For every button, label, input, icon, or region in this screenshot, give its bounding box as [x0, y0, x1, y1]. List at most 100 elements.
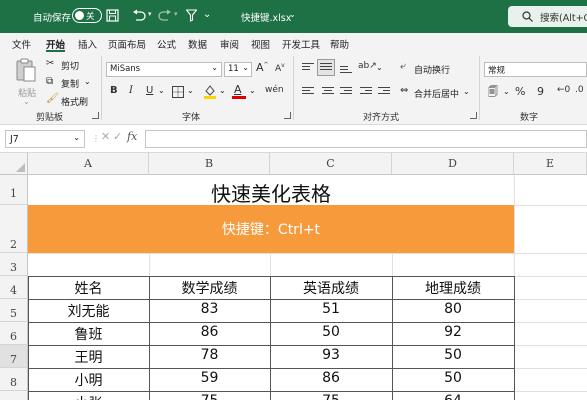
column-header-c[interactable]: C — [270, 153, 392, 175]
search-box[interactable]: 搜索(Alt+Q) — [508, 6, 587, 27]
row-header-5[interactable]: 5 — [0, 299, 28, 322]
align-top-icon[interactable] — [302, 63, 314, 73]
customize-quick-access-icon[interactable]: ⌄ — [203, 9, 211, 20]
orientation-icon[interactable]: ab↗ — [358, 61, 377, 71]
row-header-7[interactable]: 7 — [0, 345, 28, 368]
comma-style-button[interactable]: 9 — [537, 85, 544, 98]
decrease-decimal-icon[interactable]: .0 — [575, 85, 584, 95]
copy-dropdown-icon[interactable]: ⌄ — [84, 77, 91, 86]
table-cell[interactable]: 50 — [392, 347, 514, 363]
format-painter-icon[interactable]: 🖌 — [46, 93, 59, 104]
font-color-dropdown-icon[interactable]: ⌄ — [249, 86, 256, 95]
accounting-dropdown-icon[interactable]: ⌄ — [503, 87, 510, 96]
table-cell[interactable]: 59 — [149, 370, 270, 386]
cut-icon[interactable]: ✂ — [46, 58, 54, 69]
cancel-icon[interactable]: ✕ — [101, 130, 110, 143]
wrap-text-icon[interactable]: ⤶ — [400, 61, 406, 72]
table-cell[interactable]: 86 — [270, 370, 392, 386]
tab-page-layout[interactable]: 页面布局 — [108, 37, 146, 51]
increase-indent-icon[interactable] — [378, 87, 390, 97]
tab-file[interactable]: 文件 — [12, 37, 31, 51]
merge-center-label[interactable]: 合并后居中 — [414, 87, 459, 100]
underline-button[interactable]: U — [146, 85, 153, 96]
column-header-b[interactable]: B — [149, 153, 270, 175]
more-options-icon[interactable]: ⋮ — [92, 134, 100, 143]
table-cell[interactable]: 50 — [392, 370, 514, 386]
number-format-select[interactable]: 常规 — [484, 62, 587, 77]
tab-developer[interactable]: 开发工具 — [282, 37, 320, 51]
redo-dropdown-icon[interactable]: ▾ — [174, 10, 178, 18]
row-header-6[interactable]: 6 — [0, 322, 28, 345]
enter-icon[interactable]: ✓ — [113, 130, 122, 143]
orientation-dropdown-icon[interactable]: ⌄ — [376, 63, 383, 72]
table-cell[interactable]: 80 — [392, 301, 514, 317]
increase-decimal-icon[interactable]: ←0 — [557, 85, 570, 95]
copy-label[interactable]: 复制 — [61, 77, 79, 90]
fill-color-dropdown-icon[interactable]: ⌄ — [219, 86, 226, 95]
header-math[interactable]: 数学成绩 — [149, 278, 270, 298]
merged-title-cell[interactable]: 快速美化表格 — [28, 175, 514, 206]
font-color-button[interactable]: A — [232, 83, 246, 99]
row-header-1[interactable]: 1 — [0, 175, 28, 205]
table-cell[interactable]: 小明 — [28, 370, 149, 390]
autosave-toggle[interactable]: 关 — [72, 8, 102, 23]
align-middle-button[interactable] — [317, 59, 335, 76]
header-name[interactable]: 姓名 — [28, 278, 149, 298]
select-all-corner[interactable] — [0, 153, 28, 175]
tab-review[interactable]: 审阅 — [220, 37, 239, 51]
table-cell[interactable]: 刘无能 — [28, 301, 149, 321]
cut-label[interactable]: 剪切 — [61, 59, 79, 72]
tab-formulas[interactable]: 公式 — [157, 37, 176, 51]
table-cell[interactable]: 93 — [270, 347, 392, 363]
percent-style-button[interactable]: % — [515, 85, 525, 98]
align-right-icon[interactable] — [340, 87, 352, 97]
table-cell[interactable]: 83 — [149, 301, 270, 317]
table-cell[interactable]: 75 — [149, 393, 270, 400]
decrease-indent-icon[interactable] — [360, 87, 372, 97]
row-header-9[interactable]: 9 — [0, 391, 28, 400]
phonetic-guide-button[interactable]: wén — [265, 85, 284, 95]
accounting-format-icon[interactable]: 🗐 — [488, 85, 498, 102]
header-geography[interactable]: 地理成绩 — [392, 278, 514, 298]
undo-dropdown-icon[interactable]: ▾ — [148, 10, 152, 18]
merge-dropdown-icon[interactable]: ⌄ — [463, 87, 470, 96]
align-left-icon[interactable] — [302, 87, 314, 97]
clipboard-launcher-icon[interactable] — [92, 112, 99, 119]
table-cell[interactable]: 64 — [392, 393, 514, 400]
table-cell[interactable]: 78 — [149, 347, 270, 363]
row-header-2[interactable]: 2 — [0, 205, 28, 253]
font-launcher-icon[interactable] — [284, 112, 291, 119]
column-header-a[interactable]: A — [28, 153, 149, 175]
border-icon[interactable] — [172, 86, 184, 98]
tab-help[interactable]: 帮助 — [330, 37, 349, 51]
tab-insert[interactable]: 插入 — [78, 37, 97, 51]
tab-home[interactable]: 开始 — [46, 37, 65, 51]
tab-view[interactable]: 视图 — [251, 37, 270, 51]
undo-icon[interactable] — [132, 9, 146, 22]
tab-data[interactable]: 数据 — [188, 37, 207, 51]
bold-button[interactable]: B — [110, 85, 118, 96]
insert-function-icon[interactable]: fx — [127, 130, 137, 143]
border-dropdown-icon[interactable]: ⌄ — [187, 86, 194, 95]
redo-icon[interactable] — [158, 9, 172, 22]
underline-dropdown-icon[interactable]: ⌄ — [158, 86, 165, 95]
paste-button[interactable]: 粘贴 ⌄ — [8, 56, 44, 108]
font-name-select[interactable]: MiSans ⌄ — [106, 62, 222, 77]
table-cell[interactable]: 92 — [392, 324, 514, 340]
table-cell[interactable]: 小张 — [28, 393, 149, 400]
column-header-e[interactable]: E — [514, 153, 587, 175]
copy-icon[interactable]: ⧉ — [46, 76, 53, 87]
table-cell[interactable]: 王明 — [28, 347, 149, 367]
filter-icon[interactable] — [186, 9, 197, 22]
shrink-font-button[interactable]: Av — [275, 62, 285, 74]
table-cell[interactable]: 86 — [149, 324, 270, 340]
font-size-select[interactable]: 11 ⌄ — [224, 62, 252, 77]
worksheet-grid[interactable]: A B C D E 1 2 3 4 5 6 7 8 9 快速美化表格 快捷键：C… — [0, 153, 587, 400]
title-dropdown-icon[interactable]: ⌄ — [289, 10, 296, 19]
italic-button[interactable]: I — [129, 85, 133, 96]
name-box[interactable]: J7 ⌄ — [5, 130, 85, 148]
formula-input[interactable] — [145, 130, 587, 148]
grow-font-button[interactable]: A^ — [256, 61, 269, 74]
row-header-3[interactable]: 3 — [0, 253, 28, 276]
fill-color-icon[interactable] — [203, 84, 217, 99]
